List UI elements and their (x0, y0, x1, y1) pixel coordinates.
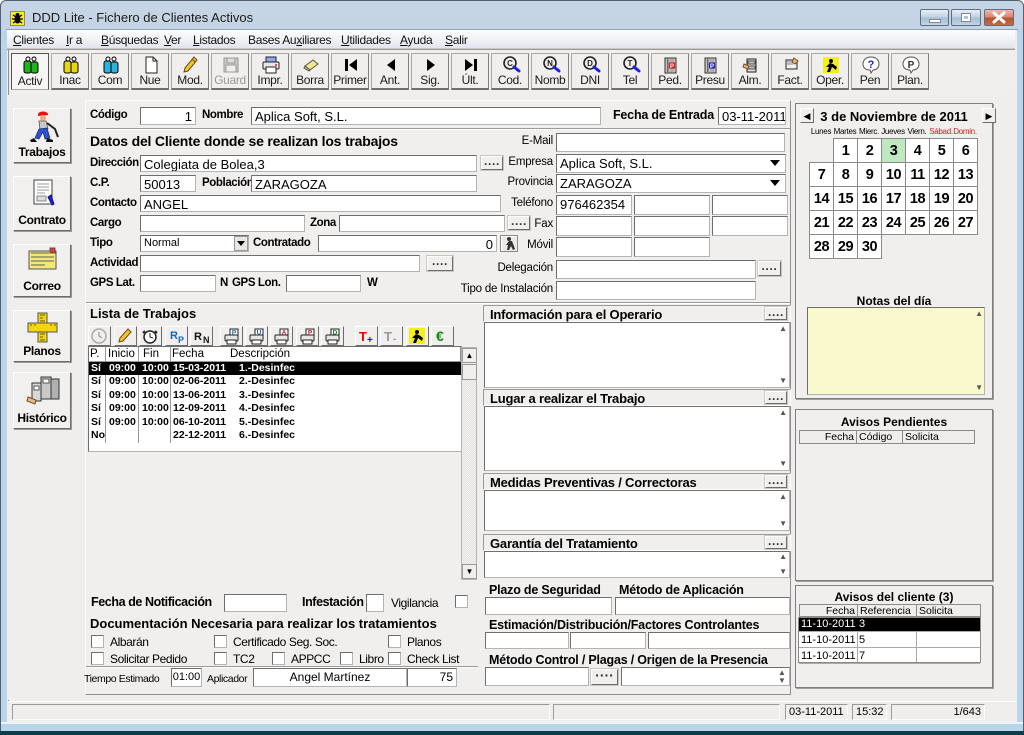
svg-text:N: N (547, 59, 553, 68)
svg-text:T: T (384, 329, 392, 344)
svg-text:U: U (257, 330, 262, 337)
svg-text:-: - (393, 334, 396, 345)
svg-text:R: R (170, 330, 178, 342)
svg-text:€: € (436, 328, 444, 344)
svg-text:?: ? (868, 59, 875, 71)
svg-text:R: R (194, 331, 202, 343)
svg-text:D: D (587, 59, 593, 68)
svg-text:N: N (203, 335, 210, 345)
svg-text:+: + (367, 335, 373, 345)
svg-text:P: P (308, 330, 313, 337)
svg-text:P: P (178, 335, 184, 345)
svg-text:P: P (710, 64, 714, 70)
svg-text:P: P (908, 60, 915, 71)
svg-text:P: P (670, 64, 674, 70)
svg-text:P: P (232, 330, 237, 337)
svg-text:T: T (359, 329, 367, 344)
svg-text:D: D (333, 330, 338, 337)
svg-text:A: A (282, 330, 287, 337)
svg-text:T: T (628, 59, 633, 68)
svg-text:C: C (507, 59, 513, 68)
